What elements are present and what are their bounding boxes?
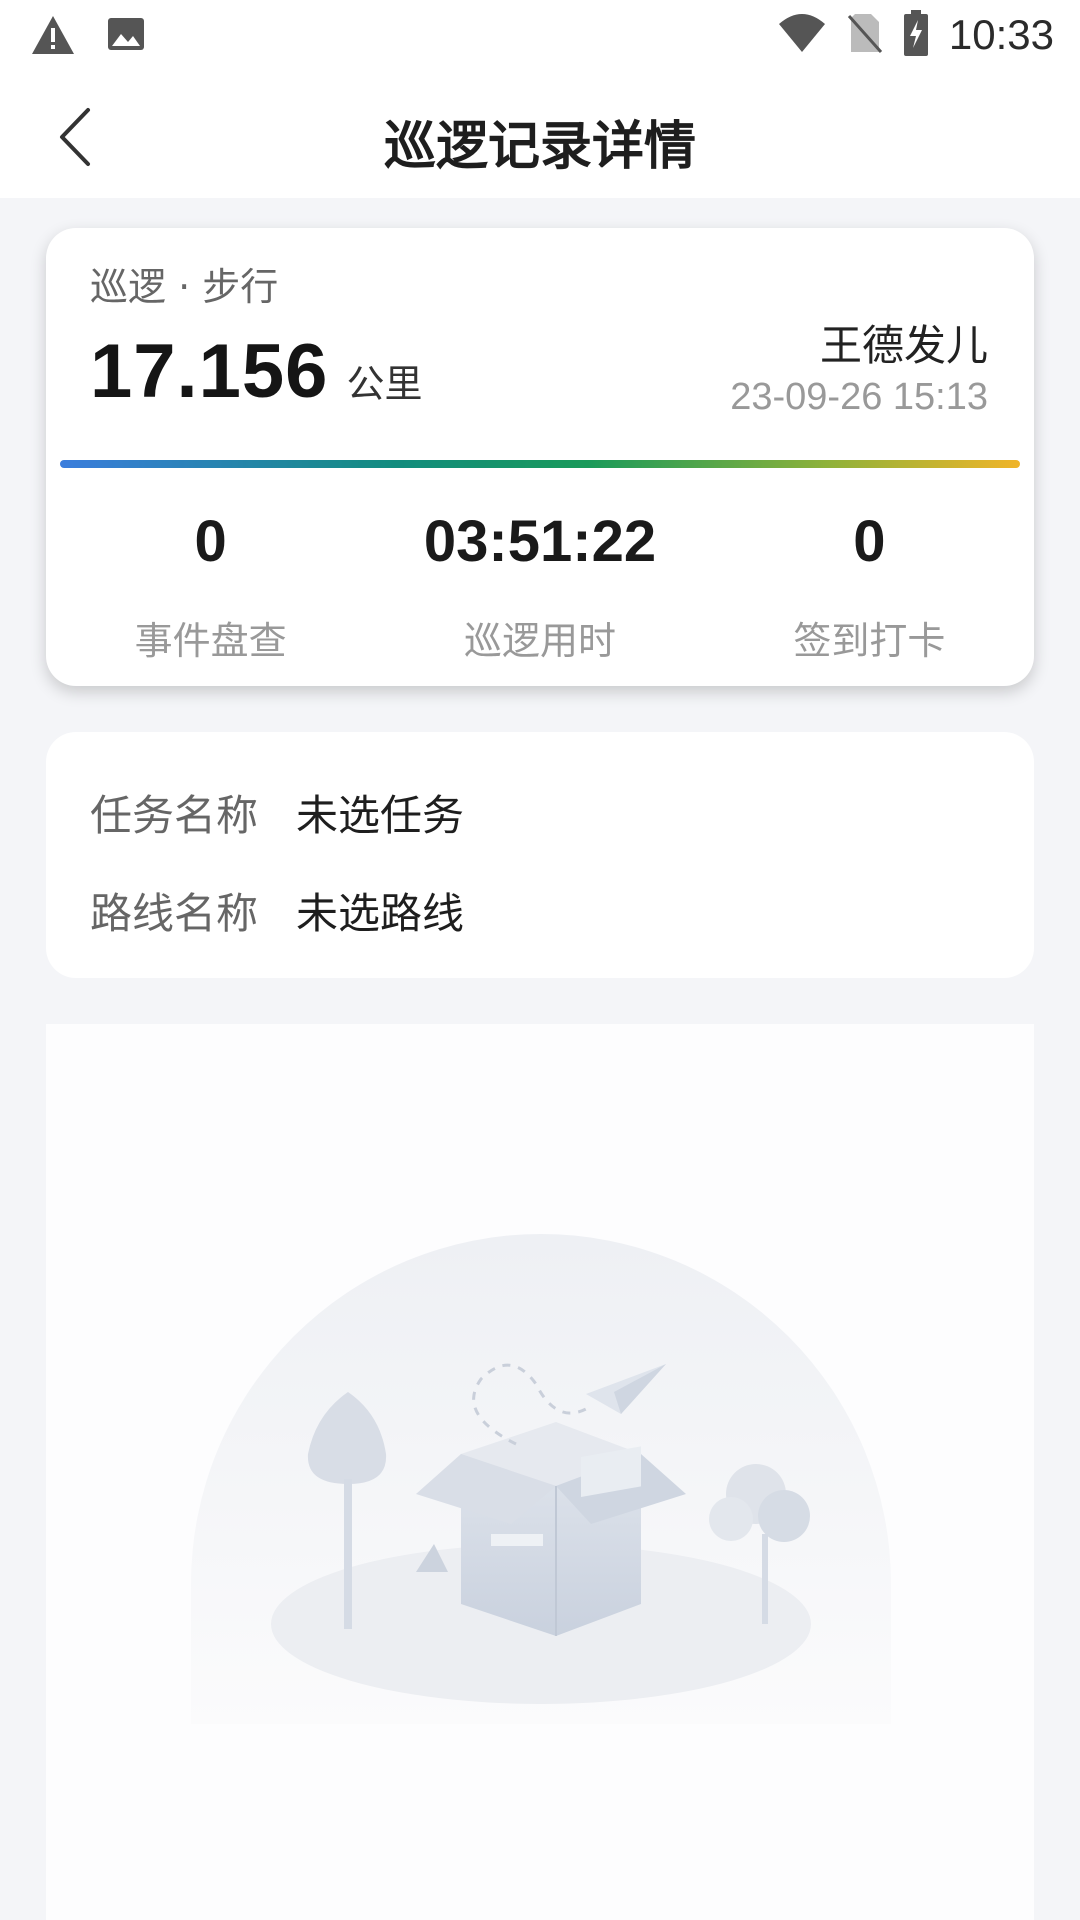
route-map-panel	[46, 1024, 1034, 1920]
patrol-datetime: 23-09-26 15:13	[730, 376, 988, 418]
status-bar: 10:33	[0, 0, 1080, 74]
distance-value: 17.156	[90, 329, 329, 414]
route-name-value: 未选路线	[296, 889, 465, 938]
page-title: 巡逻记录详情	[383, 117, 696, 177]
stat-label: 巡逻用时	[463, 619, 616, 663]
stat-label: 签到打卡	[793, 619, 946, 663]
route-gradient-bar	[60, 460, 1020, 468]
status-time: 10:33	[948, 11, 1054, 58]
distance-unit: 公里	[346, 362, 423, 406]
task-row: 任务名称 未选任务	[90, 782, 464, 843]
stat-events: 0 事件盘查	[46, 508, 375, 665]
distance: 17.156 公里	[90, 328, 422, 415]
task-name-value: 未选任务	[296, 791, 465, 840]
no-sim-icon	[847, 12, 883, 58]
image-icon	[106, 14, 146, 62]
empty-box-illustration	[191, 1234, 891, 1724]
stat-value: 0	[853, 509, 886, 574]
route-name-label: 路线名称	[90, 889, 259, 938]
stat-duration: 03:51:22 巡逻用时	[375, 508, 704, 665]
stat-value: 0	[194, 509, 227, 574]
app-header: 巡逻记录详情	[0, 74, 1080, 198]
battery-charging-icon	[903, 10, 929, 60]
patrol-user: 王德发儿	[819, 321, 988, 370]
patrol-summary-card: 巡逻 · 步行 17.156 公里 王德发儿 23-09-26 15:13 0 …	[46, 228, 1034, 686]
task-info-card: 任务名称 未选任务 路线名称 未选路线	[46, 732, 1034, 978]
warning-icon	[30, 14, 76, 62]
stat-label: 事件盘查	[134, 619, 287, 663]
stat-value: 03:51:22	[423, 509, 657, 574]
task-name-label: 任务名称	[90, 791, 259, 840]
patrol-mode: 巡逻 · 步行	[90, 265, 279, 309]
stat-checkins: 0 签到打卡	[705, 508, 1034, 665]
stats-row: 0 事件盘查 03:51:22 巡逻用时 0 签到打卡	[46, 508, 1034, 665]
route-row: 路线名称 未选路线	[90, 880, 464, 941]
wifi-icon	[777, 12, 827, 58]
